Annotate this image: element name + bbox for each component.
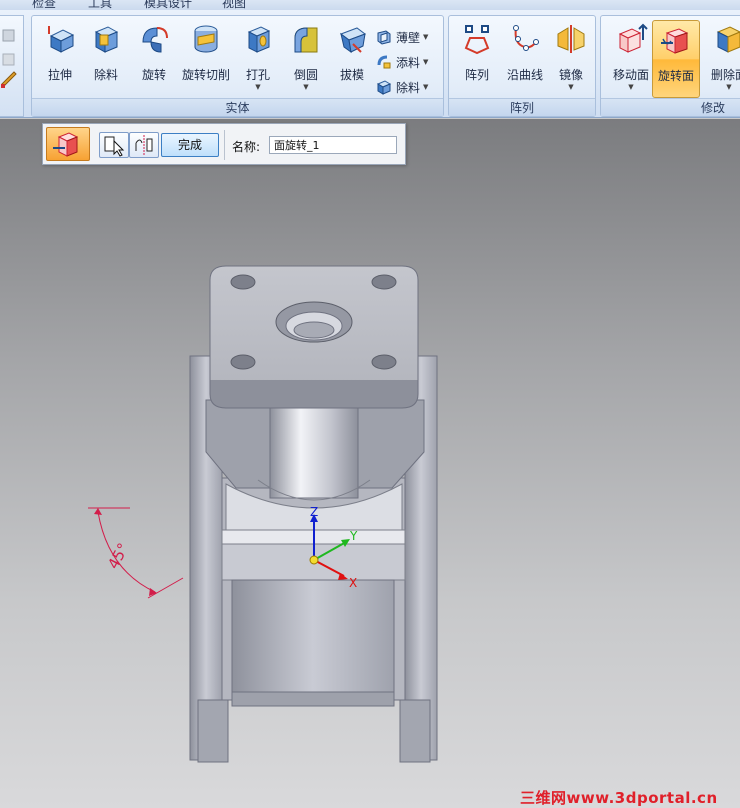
cut-icon [94,26,119,53]
extrude-icon [48,26,75,53]
command-bar: 完成 名称: [42,123,406,165]
axis-x-label: X [349,576,357,590]
move-face-button[interactable]: 移动面 ▼ [603,20,659,98]
mirror-label: 镜像 [558,68,583,82]
angle-dimension[interactable]: 45° [88,507,184,599]
ribbon: 拉伸 除料 旋转 旋转切削 打孔 ▼ 倒圆 ▼ 拔模 薄壁 ▼ 添料 ▼ 除料 … [0,10,740,118]
select-face-icon [104,136,125,157]
mirror-button[interactable]: 镜像 ▼ [543,20,599,98]
command-bar-divider [224,130,225,160]
draft-icon [339,27,367,54]
revolve-cut-label: 旋转切削 [181,68,230,82]
hole-icon [247,26,271,53]
tab-tools[interactable]: 工具 [88,0,112,10]
pattern-icon [464,25,490,55]
delete-face-label: 删除面 [710,68,740,82]
name-label: 名称: [232,140,261,154]
revolve-icon [142,27,168,53]
revolve-cut-icon [194,25,218,53]
add-material-label: 添料 [396,55,421,70]
rotate-face-icon [661,28,689,54]
ribbon-group-modify: 移动面 ▼ 旋转面 删除面 ▼ 修改 [600,15,740,117]
add-material-icon [377,55,391,69]
draft-label: 拔模 [339,68,364,82]
add-material-dropdown-icon[interactable]: ▼ [423,58,428,66]
select-face-step-button[interactable] [99,132,129,158]
delete-face-dropdown-icon[interactable]: ▼ [701,83,740,91]
move-face-icon [618,23,648,53]
rotate-face-label: 旋转面 [657,69,694,83]
remove-material-icon [376,80,392,95]
remove-material-dropdown-icon[interactable]: ▼ [423,83,428,91]
add-material-button[interactable]: 添料 ▼ [376,51,428,73]
remove-material-label: 除料 [396,80,421,95]
model-canvas[interactable]: 45° Z Y X [0,119,740,808]
rotate-face-step-button[interactable] [46,127,90,161]
axis-z-label: Z [310,505,318,519]
delete-face-button[interactable]: 删除面 ▼ [701,20,740,98]
thin-wall-label: 薄壁 [396,30,421,45]
watermark: 三维网www.3dportal.cn [520,789,718,807]
axis-y-label: Y [349,529,358,543]
draft-button[interactable]: 拔模 [324,20,380,98]
delete-face-icon [716,26,740,53]
remove-material-button[interactable]: 除料 ▼ [376,76,428,98]
3d-viewport[interactable]: 45° Z Y X [0,119,740,808]
round-icon [294,27,318,53]
move-face-label: 移动面 [612,68,649,82]
thin-wall-icon [377,30,391,45]
tab-inspect[interactable]: 检查 [32,0,56,10]
mirror-icon [557,25,585,53]
solid-group-label: 实体 [32,98,443,116]
tab-mold-design[interactable]: 模具设计 [144,0,192,10]
rotation-axis-icon [135,135,153,155]
rotate-face-step-icon [53,132,79,157]
thin-wall-dropdown-icon[interactable]: ▼ [423,33,428,41]
select-axis-step-button[interactable] [129,132,159,158]
revolve-label: 旋转 [141,68,166,82]
move-face-dropdown-icon[interactable]: ▼ [603,83,659,91]
modify-group-label: 修改 [601,98,740,116]
thin-wall-button[interactable]: 薄壁 ▼ [376,26,428,48]
done-button[interactable]: 完成 [161,133,219,157]
ribbon-group-solid: 拉伸 除料 旋转 旋转切削 打孔 ▼ 倒圆 ▼ 拔模 薄壁 ▼ 添料 ▼ 除料 … [31,15,444,117]
ribbon-group-pattern: 阵列 沿曲线 镜像 ▼ 阵列 [448,15,596,117]
previous-group-icons[interactable] [0,16,20,96]
revolve-cut-button[interactable]: 旋转切削 [176,20,236,98]
revolve-button[interactable]: 旋转 [126,20,182,98]
mirror-dropdown-icon[interactable]: ▼ [543,83,599,91]
tab-view[interactable]: 视图 [222,0,246,10]
rotate-face-button[interactable]: 旋转面 [652,20,700,98]
ribbon-group-previous [0,15,24,117]
feature-name-input[interactable] [269,136,397,154]
along-curve-icon [513,25,539,51]
ribbon-tab-strip: 检查 工具 模具设计 视图 [0,0,740,10]
pattern-group-label: 阵列 [449,98,595,116]
